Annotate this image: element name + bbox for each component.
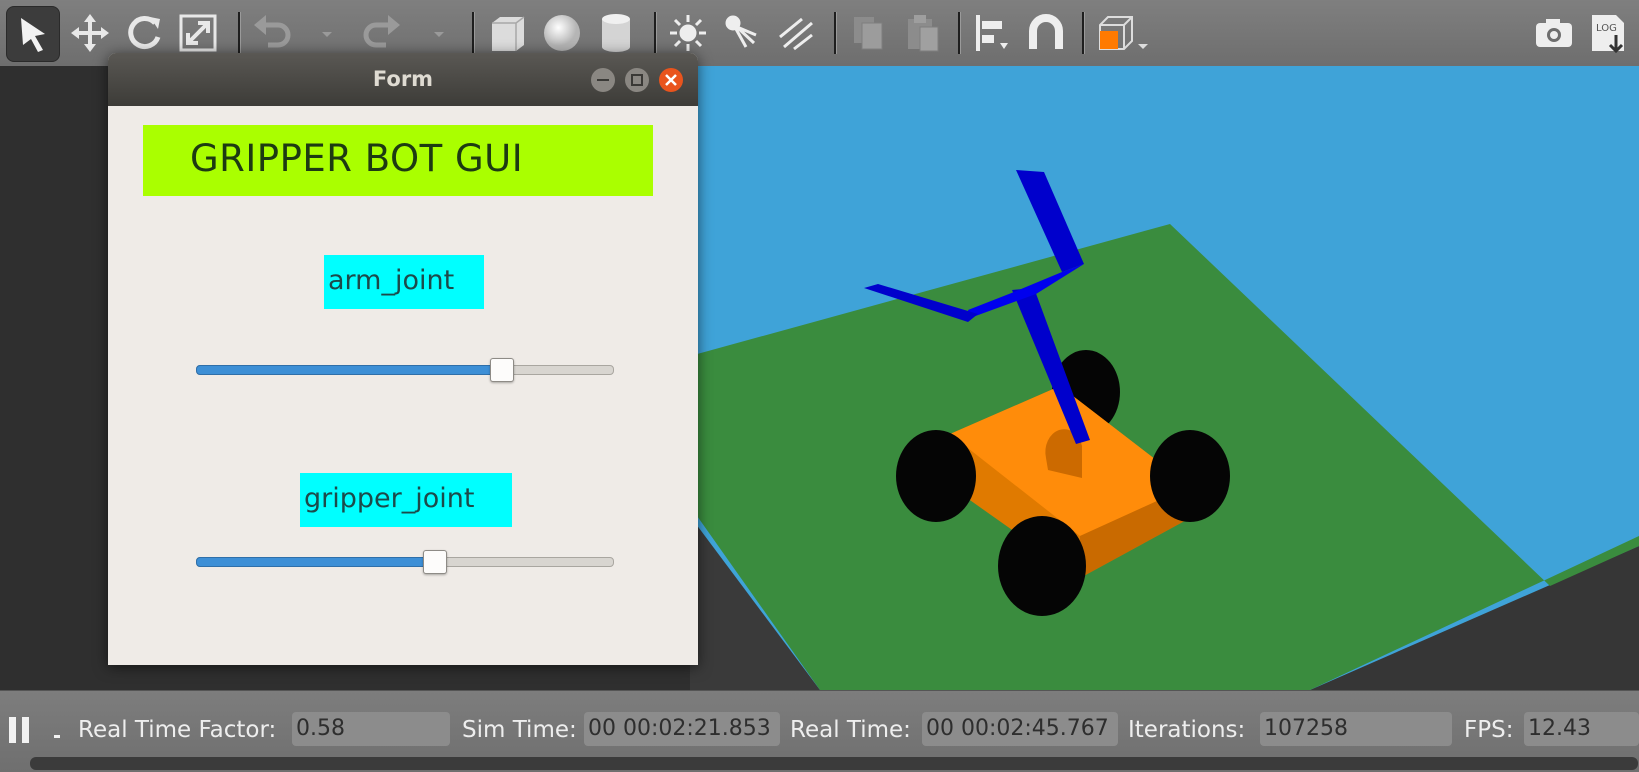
chevron-down-icon[interactable] bbox=[432, 26, 446, 40]
gripper-joint-label: gripper_joint bbox=[300, 473, 512, 527]
spot-light-icon[interactable] bbox=[716, 6, 768, 60]
iterations-value: 107258 bbox=[1260, 712, 1452, 746]
gui-title-box: GRIPPER BOT GUI bbox=[143, 125, 653, 196]
form-window[interactable]: Form GRIPPER BOT GUI arm_joint gripper_j… bbox=[108, 53, 698, 665]
slider-handle[interactable] bbox=[490, 358, 515, 382]
slider-handle[interactable] bbox=[423, 550, 448, 574]
sim-time-value: 00 00:02:21.853 bbox=[584, 712, 780, 746]
redo-icon[interactable] bbox=[356, 6, 408, 60]
rtf-value: 0.58 bbox=[292, 712, 450, 746]
copy-icon[interactable] bbox=[842, 6, 894, 60]
maximize-icon[interactable] bbox=[624, 67, 650, 93]
undo-icon[interactable] bbox=[246, 6, 298, 60]
chevron-down-icon[interactable] bbox=[1136, 38, 1150, 52]
fps-value: 12.43 bbox=[1524, 712, 1639, 746]
iterations-label: Iterations: bbox=[1128, 717, 1246, 743]
form-titlebar[interactable]: Form bbox=[108, 53, 698, 106]
arm-joint-slider[interactable] bbox=[196, 355, 614, 385]
toolbar-separator bbox=[472, 12, 475, 54]
select-arrow-icon[interactable] bbox=[6, 6, 60, 62]
gui-title: GRIPPER BOT GUI bbox=[190, 137, 524, 180]
slider-fill bbox=[196, 557, 437, 567]
point-light-icon[interactable] bbox=[662, 6, 714, 60]
rotate-icon[interactable] bbox=[118, 6, 170, 60]
step-icon[interactable] bbox=[50, 721, 64, 741]
chevron-down-icon[interactable] bbox=[320, 26, 334, 40]
rtf-label: Real Time Factor: bbox=[78, 717, 277, 743]
front-right-wheel bbox=[998, 516, 1086, 616]
horizontal-scrollbar[interactable] bbox=[30, 757, 1638, 770]
log-icon-text: LOG bbox=[1596, 23, 1617, 34]
gripper-joint-slider[interactable] bbox=[196, 547, 614, 577]
sphere-icon[interactable] bbox=[536, 6, 588, 60]
fps-label: FPS: bbox=[1464, 717, 1514, 743]
translate-icon[interactable] bbox=[64, 6, 116, 60]
close-icon[interactable] bbox=[658, 67, 684, 93]
pause-icon[interactable] bbox=[6, 715, 36, 745]
real-time-label: Real Time: bbox=[790, 717, 911, 743]
status-bar: Real Time Factor: 0.58 Sim Time: 00 00:0… bbox=[0, 690, 1639, 772]
screenshot-icon[interactable] bbox=[1528, 6, 1580, 60]
toolbar-separator bbox=[238, 12, 241, 54]
real-time-value: 00 00:02:45.767 bbox=[922, 712, 1118, 746]
sim-time-label: Sim Time: bbox=[462, 717, 577, 743]
minimize-icon[interactable] bbox=[590, 67, 616, 93]
rear-right-wheel bbox=[1150, 430, 1230, 522]
front-left-wheel bbox=[896, 430, 976, 522]
toolbar-separator bbox=[654, 12, 657, 54]
toolbar-separator bbox=[1082, 12, 1085, 54]
paste-icon[interactable] bbox=[896, 6, 948, 60]
toolbar-separator bbox=[958, 12, 961, 54]
toolbar-separator bbox=[834, 12, 837, 54]
directional-light-icon[interactable] bbox=[770, 6, 822, 60]
align-icon[interactable] bbox=[966, 6, 1018, 60]
view-angle-icon[interactable] bbox=[1090, 6, 1142, 60]
scale-icon[interactable] bbox=[172, 6, 224, 60]
slider-fill bbox=[196, 365, 504, 375]
box-icon[interactable] bbox=[482, 6, 534, 60]
log-icon[interactable]: LOG bbox=[1582, 6, 1634, 60]
magnet-icon[interactable] bbox=[1020, 6, 1072, 60]
arm-joint-label: arm_joint bbox=[324, 255, 484, 309]
cylinder-icon[interactable] bbox=[590, 6, 642, 60]
